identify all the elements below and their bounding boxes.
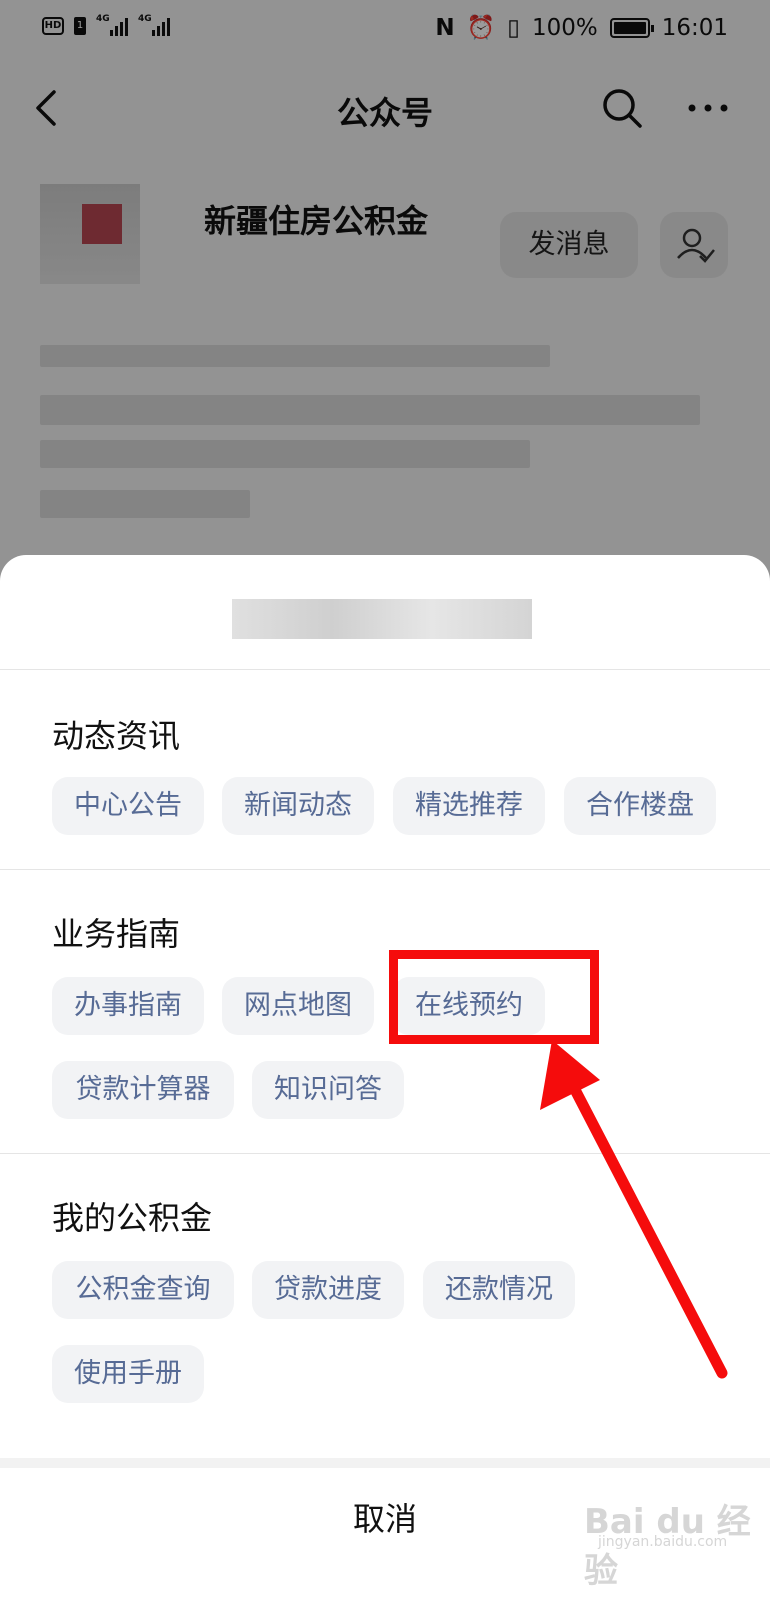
watermark-url: jingyan.baidu.com	[598, 1534, 728, 1550]
annotation-arrow	[540, 1040, 728, 1379]
